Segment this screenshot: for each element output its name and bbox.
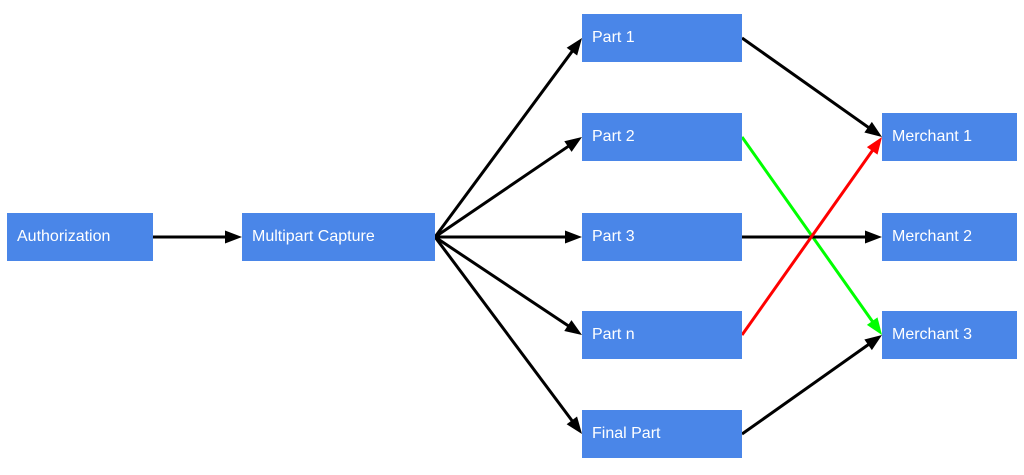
edge-line: [740, 148, 875, 336]
edge-multipart-capture-to-final-part: [433, 236, 582, 434]
node-part-1: Part 1: [582, 14, 742, 62]
arrowhead-icon: [566, 38, 582, 56]
diagram-edges: [153, 36, 882, 436]
edge-multipart-capture-to-part-2: [434, 137, 582, 239]
node-final-part: Final Part: [582, 410, 742, 458]
arrowhead-icon: [866, 137, 882, 155]
edge-authorization-to-multipart-capture: [153, 230, 242, 244]
arrowhead-icon: [565, 230, 582, 244]
edge-line: [741, 342, 871, 436]
arrowhead-icon: [225, 230, 242, 244]
edge-line: [740, 136, 875, 324]
node-multipart-capture: Multipart Capture: [242, 213, 435, 261]
flow-diagram: Authorization Multipart Capture Part 1 P…: [0, 0, 1024, 475]
node-authorization: Authorization: [7, 213, 153, 261]
edge-multipart-capture-to-part-n: [434, 235, 582, 335]
arrowhead-icon: [564, 320, 582, 335]
node-part-n: Part n: [582, 311, 742, 359]
arrowhead-icon: [864, 121, 882, 137]
node-part-2: Part 2: [582, 113, 742, 161]
node-merchant-2: Merchant 2: [882, 213, 1017, 261]
edge-multipart-capture-to-part-3: [435, 230, 582, 244]
edge-part-1-to-merchant-1: [741, 36, 882, 137]
edge-line: [434, 235, 571, 328]
node-merchant-3: Merchant 3: [882, 311, 1017, 359]
arrowhead-icon: [564, 137, 582, 152]
edge-multipart-capture-to-part-1: [433, 38, 582, 238]
edge-line: [434, 144, 571, 239]
arrowhead-icon: [864, 335, 882, 351]
arrowhead-icon: [865, 230, 882, 244]
node-merchant-1: Merchant 1: [882, 113, 1017, 161]
edge-line: [433, 236, 575, 423]
edge-line: [741, 36, 871, 130]
arrowhead-icon: [566, 416, 582, 434]
edge-final-part-to-merchant-3: [741, 335, 882, 436]
node-part-3: Part 3: [582, 213, 742, 261]
edge-line: [433, 49, 575, 238]
arrowhead-icon: [866, 317, 882, 335]
